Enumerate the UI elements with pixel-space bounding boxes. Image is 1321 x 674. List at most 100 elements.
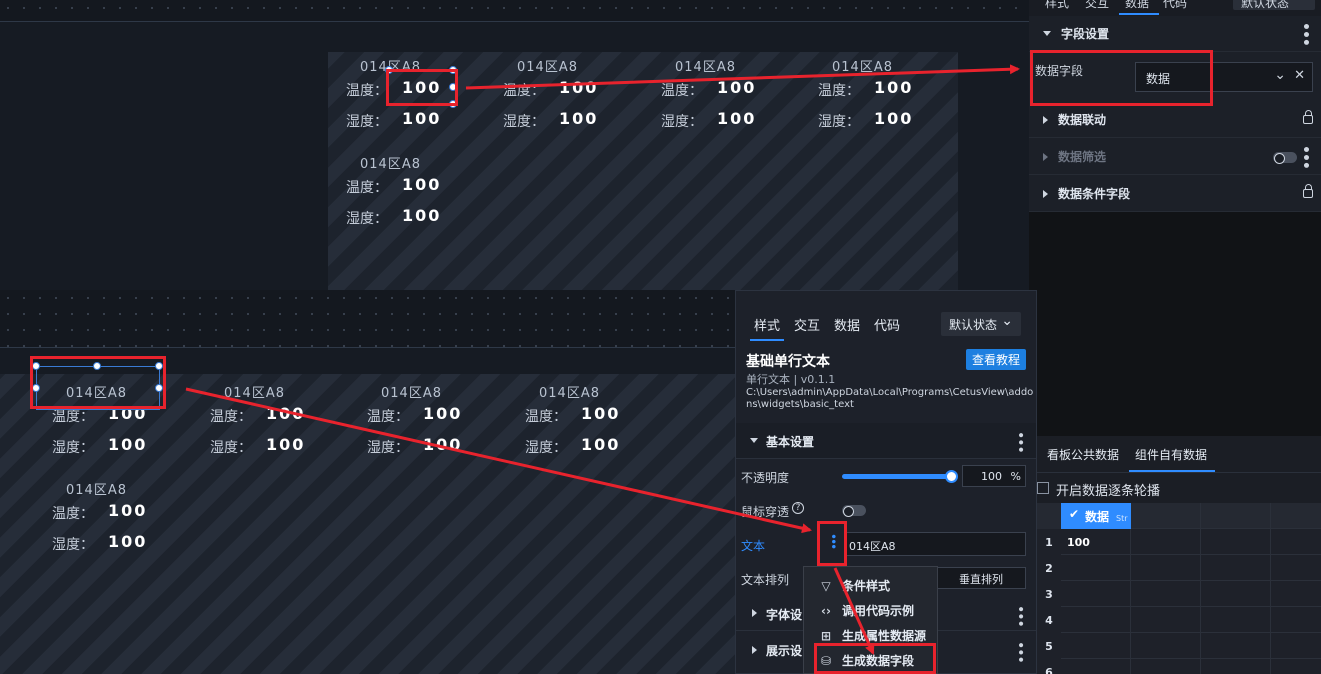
tab-public-data[interactable]: 看板公共数据 — [1047, 446, 1119, 463]
opacity-slider[interactable] — [842, 470, 958, 483]
humidity-value[interactable]: 100 — [581, 435, 620, 454]
opacity-slider-thumb[interactable] — [945, 470, 958, 483]
grid-cell[interactable] — [1271, 555, 1321, 581]
prop-tab-style[interactable]: 样式 — [749, 315, 785, 341]
grid-cell[interactable] — [1131, 555, 1201, 581]
card-title[interactable]: 014区A8 — [675, 56, 736, 75]
grid-cell-value[interactable]: 100 — [1067, 536, 1090, 549]
card-title[interactable]: 014区A8 — [517, 56, 578, 75]
humidity-value[interactable]: 100 — [717, 109, 756, 128]
clear-icon[interactable]: ✕ — [1294, 68, 1305, 83]
tab-style[interactable]: 样式 — [1045, 0, 1069, 11]
grid-cell[interactable] — [1201, 581, 1271, 607]
opacity-input[interactable]: 100 % — [962, 465, 1026, 487]
tab-interaction[interactable]: 交互 — [1085, 0, 1109, 11]
grid-cell[interactable] — [1201, 607, 1271, 633]
state-dropdown[interactable]: 默认状态 — [1233, 0, 1315, 10]
temperature-value[interactable]: 100 — [581, 404, 620, 423]
help-icon[interactable]: ? — [792, 502, 804, 514]
caret-right-icon — [1043, 152, 1048, 161]
card-title[interactable]: 014区A8 — [832, 56, 893, 75]
data-condition-header[interactable]: 数据条件字段 — [1029, 176, 1321, 212]
grid-row: 5 — [1037, 633, 1321, 659]
temperature-value[interactable]: 100 — [402, 175, 441, 194]
sensor-card[interactable]: 014区A8 温度： 100 湿度： 100 — [487, 56, 627, 148]
column-header-empty[interactable] — [1271, 503, 1321, 529]
sensor-card[interactable]: 014区A8 温度： 100 湿度： 100 — [36, 479, 176, 571]
tab-own-data[interactable]: 组件自有数据 — [1135, 446, 1207, 463]
grid-cell[interactable] — [1131, 581, 1201, 607]
vertical-arrange-button[interactable]: 垂直排列 — [936, 567, 1026, 589]
sensor-card[interactable]: 014区A8 温度： 100 湿度： 100 — [330, 153, 470, 245]
humidity-value[interactable]: 100 — [108, 435, 147, 454]
humidity-value[interactable]: 100 — [559, 109, 598, 128]
grid-cell[interactable] — [1271, 659, 1321, 674]
grid-cell[interactable] — [1201, 529, 1271, 555]
temperature-value[interactable]: 100 — [874, 78, 913, 97]
sensor-card[interactable]: 014区A8 温度： 100 湿度： 100 — [802, 56, 942, 148]
grid-cell[interactable] — [1061, 555, 1131, 581]
grid-cell[interactable] — [1131, 607, 1201, 633]
grid-cell[interactable] — [1271, 529, 1321, 555]
grid-cell[interactable] — [1271, 607, 1321, 633]
sensor-card[interactable]: 014区A8 温度： 100 湿度： 100 — [194, 382, 334, 474]
mouse-through-toggle[interactable] — [842, 505, 866, 517]
humidity-value[interactable]: 100 — [266, 435, 305, 454]
sensor-card[interactable]: 014区A8 温度： 100 湿度： 100 — [509, 382, 649, 474]
temperature-value[interactable]: 100 — [423, 404, 462, 423]
more-icon[interactable]: ••• — [1012, 605, 1028, 627]
grid-cell[interactable] — [1201, 659, 1271, 674]
sensor-card[interactable]: 014区A8 温度： 100 湿度： 100 — [645, 56, 785, 148]
more-icon[interactable]: ••• — [1297, 145, 1313, 169]
humidity-value[interactable]: 100 — [402, 206, 441, 225]
grid-cell[interactable] — [1201, 555, 1271, 581]
card-title[interactable]: 014区A8 — [66, 479, 127, 498]
grid-cell[interactable] — [1131, 633, 1201, 659]
grid-cell[interactable] — [1271, 633, 1321, 659]
grid-cell[interactable] — [1131, 659, 1201, 674]
column-header-empty[interactable] — [1201, 503, 1271, 529]
grid-cell[interactable] — [1131, 529, 1201, 555]
carousel-checkbox[interactable] — [1037, 482, 1049, 494]
text-input[interactable]: 014区A8 — [844, 532, 1026, 556]
temperature-value[interactable]: 100 — [108, 501, 147, 520]
grid-cell[interactable] — [1271, 581, 1321, 607]
more-icon[interactable]: ••• — [1297, 22, 1313, 46]
prop-state-dropdown[interactable]: 默认状态 ⌄ — [941, 312, 1021, 336]
grid-cell[interactable] — [1201, 633, 1271, 659]
tab-code[interactable]: 代码 — [1163, 0, 1187, 11]
column-header-empty[interactable] — [1131, 503, 1201, 529]
card-title[interactable]: 014区A8 — [360, 153, 421, 172]
data-filter-toggle[interactable] — [1273, 152, 1297, 164]
card-title[interactable]: 014区A8 — [381, 382, 442, 401]
tutorial-button[interactable]: 查看教程 — [966, 349, 1027, 370]
temperature-value[interactable]: 100 — [717, 78, 756, 97]
humidity-value[interactable]: 100 — [108, 532, 147, 551]
menu-item-condition-style[interactable]: ▽ 条件样式 — [804, 573, 937, 598]
tab-data[interactable]: 数据 — [1125, 0, 1149, 11]
temperature-value[interactable]: 100 — [559, 78, 598, 97]
more-icon[interactable]: ••• — [1012, 431, 1028, 453]
humidity-value[interactable]: 100 — [402, 109, 441, 128]
grid-cell[interactable] — [1061, 659, 1131, 674]
grid-cell[interactable] — [1061, 633, 1131, 659]
column-header-data[interactable]: ✔ 数据 Str — [1061, 503, 1131, 529]
temperature-value[interactable]: 100 — [266, 404, 305, 423]
field-settings-header[interactable]: 字段设置 ••• — [1029, 16, 1321, 52]
card-title[interactable]: 014区A8 — [539, 382, 600, 401]
basic-settings-header[interactable]: 基本设置 ••• — [736, 423, 1036, 459]
card-title[interactable]: 014区A8 — [224, 382, 285, 401]
more-icon[interactable]: ••• — [1012, 641, 1028, 663]
font-settings-title: 字体设 — [766, 608, 803, 622]
data-filter-header[interactable]: 数据筛选 ••• — [1029, 139, 1321, 175]
humidity-value[interactable]: 100 — [874, 109, 913, 128]
grid-cell[interactable] — [1061, 581, 1131, 607]
grid-cell[interactable] — [1061, 607, 1131, 633]
menu-item-code-example[interactable]: ‹› 调用代码示例 — [804, 598, 937, 623]
prop-tab-code[interactable]: 代码 — [874, 315, 900, 334]
sensor-card[interactable]: 014区A8 温度： 100 湿度： 100 — [351, 382, 491, 474]
data-linkage-header[interactable]: 数据联动 — [1029, 102, 1321, 138]
prop-tab-data[interactable]: 数据 — [834, 315, 860, 334]
prop-tab-interaction[interactable]: 交互 — [794, 315, 820, 334]
humidity-value[interactable]: 100 — [423, 435, 462, 454]
